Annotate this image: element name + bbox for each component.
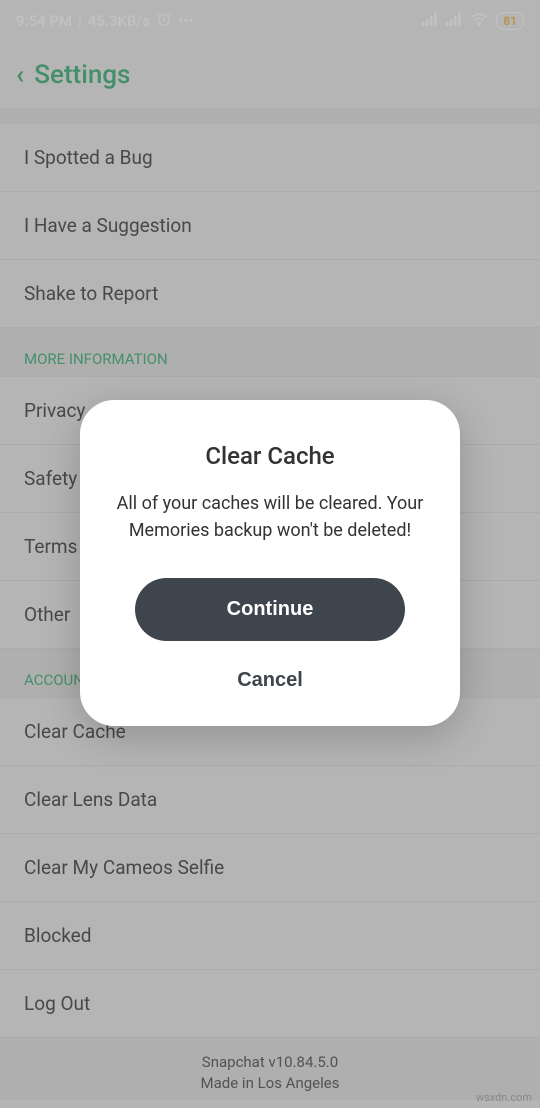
watermark: wsxdn.com <box>476 1091 532 1104</box>
dialog-title: Clear Cache <box>112 442 428 470</box>
dialog-body: All of your caches will be cleared. Your… <box>112 490 428 544</box>
cancel-button[interactable]: Cancel <box>237 669 303 692</box>
continue-button[interactable]: Continue <box>135 578 405 641</box>
clear-cache-dialog: Clear Cache All of your caches will be c… <box>80 400 460 726</box>
